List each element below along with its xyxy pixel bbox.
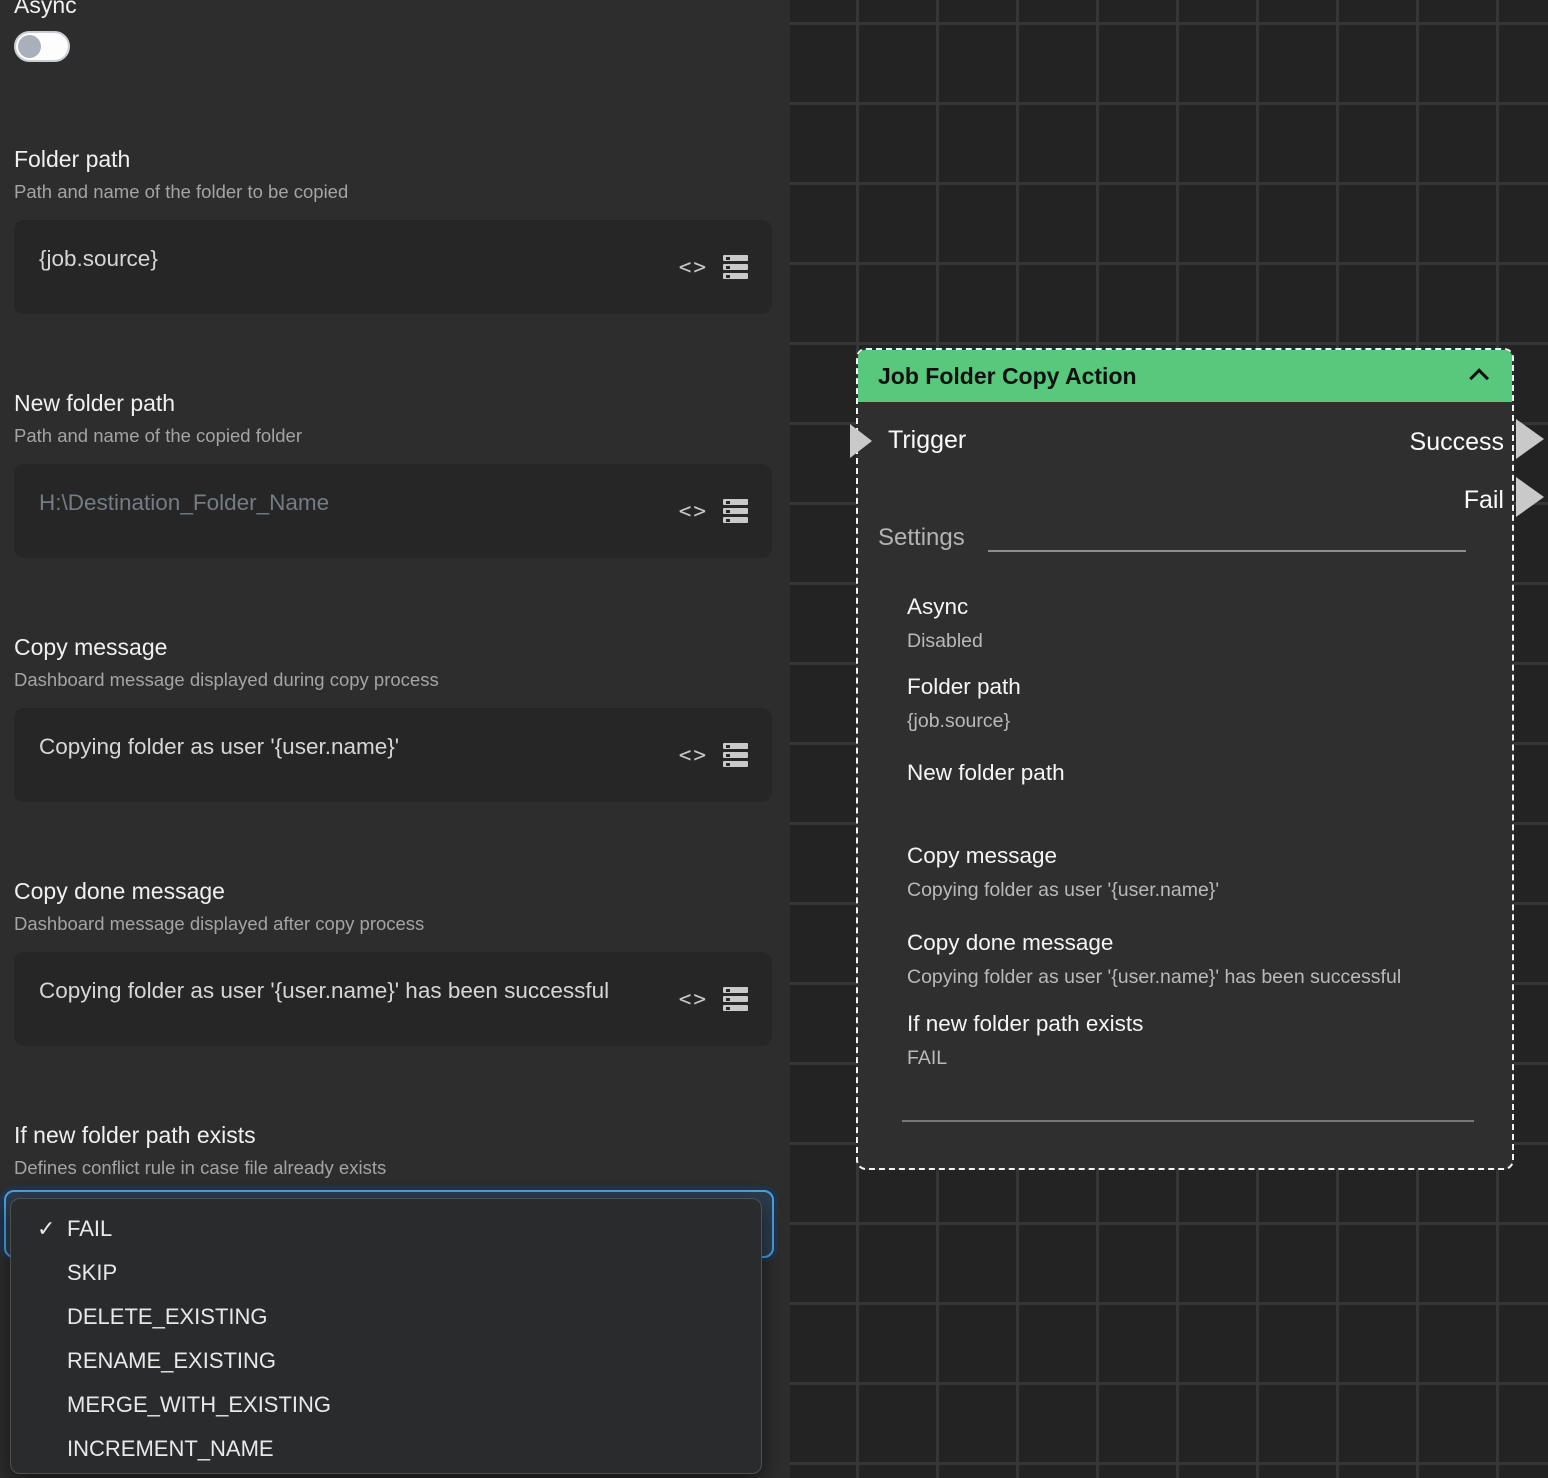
dropdown-option-delete-existing[interactable]: DELETE_EXISTING [11, 1295, 761, 1339]
variable-list-icon[interactable] [723, 743, 748, 767]
conflict-rule-label: If new folder path exists [14, 1122, 256, 1149]
copy-message-input[interactable]: Copying folder as user '{user.name}' <> [14, 708, 772, 802]
async-label: Async [14, 0, 77, 19]
dropdown-option-rename-existing[interactable]: RENAME_EXISTING [11, 1339, 761, 1383]
collapse-chevron-icon[interactable] [1469, 368, 1489, 388]
settings-divider [988, 550, 1466, 552]
node-title: Job Folder Copy Action [878, 363, 1137, 390]
copy-message-description: Dashboard message displayed during copy … [14, 669, 439, 691]
fail-port-arrow-icon[interactable] [1516, 477, 1544, 517]
node-setting-new-folder-path: New folder path [907, 760, 1492, 796]
expression-icon[interactable]: <> [679, 501, 708, 522]
node-setting-folder-path: Folder path {job.source} [907, 674, 1492, 733]
node-setting-conflict-rule: If new folder path exists FAIL [907, 1011, 1492, 1070]
node-header[interactable]: Job Folder Copy Action [858, 350, 1512, 402]
input-actions: <> [679, 499, 748, 523]
expression-icon[interactable]: <> [679, 745, 708, 766]
input-actions: <> [679, 743, 748, 767]
new-folder-path-description: Path and name of the copied folder [14, 425, 302, 447]
node-setting-copy-done-message: Copy done message Copying folder as user… [907, 930, 1492, 989]
new-folder-path-input[interactable]: H:\Destination_Folder_Name <> [14, 464, 772, 558]
conflict-rule-description: Defines conflict rule in case file alrea… [14, 1157, 386, 1179]
input-actions: <> [679, 987, 748, 1011]
copy-message-label: Copy message [14, 634, 167, 661]
expression-icon[interactable]: <> [679, 257, 708, 278]
copy-done-message-value[interactable]: Copying folder as user '{user.name}' has… [39, 973, 660, 1009]
check-icon: ✓ [37, 1207, 55, 1251]
folder-path-value[interactable]: {job.source} [39, 241, 660, 277]
trigger-port-label: Trigger [888, 426, 966, 455]
node-footer-divider [902, 1120, 1474, 1122]
folder-path-label: Folder path [14, 146, 130, 173]
settings-section-label: Settings [878, 524, 965, 552]
toggle-knob [18, 35, 41, 58]
variable-list-icon[interactable] [723, 499, 748, 523]
copy-done-message-description: Dashboard message displayed after copy p… [14, 913, 424, 935]
new-folder-path-label: New folder path [14, 390, 175, 417]
success-port-arrow-icon[interactable] [1516, 419, 1544, 459]
trigger-port-arrow-icon[interactable] [850, 424, 872, 458]
dropdown-option-skip[interactable]: SKIP [11, 1251, 761, 1295]
copy-done-message-input[interactable]: Copying folder as user '{user.name}' has… [14, 952, 772, 1046]
action-settings-panel: Async Folder path Path and name of the f… [0, 0, 790, 1478]
input-actions: <> [679, 255, 748, 279]
folder-path-description: Path and name of the folder to be copied [14, 181, 348, 203]
node-setting-copy-message: Copy message Copying folder as user '{us… [907, 843, 1492, 902]
dropdown-option-increment-name[interactable]: INCREMENT_NAME [11, 1427, 761, 1471]
folder-path-input[interactable]: {job.source} <> [14, 220, 772, 314]
expression-icon[interactable]: <> [679, 989, 708, 1010]
new-folder-path-placeholder[interactable]: H:\Destination_Folder_Name [39, 485, 660, 521]
dropdown-option-fail[interactable]: ✓ FAIL [11, 1207, 761, 1251]
success-port-label: Success [1410, 428, 1504, 457]
node-setting-async: Async Disabled [907, 594, 1492, 653]
async-toggle[interactable] [14, 31, 70, 62]
fail-port-label: Fail [1464, 486, 1504, 515]
conflict-rule-dropdown: ✓ FAIL SKIP DELETE_EXISTING RENAME_EXIST… [10, 1198, 762, 1474]
variable-list-icon[interactable] [723, 255, 748, 279]
dropdown-option-merge-with-existing[interactable]: MERGE_WITH_EXISTING [11, 1383, 761, 1427]
copy-done-message-label: Copy done message [14, 878, 225, 905]
job-folder-copy-action-node[interactable]: Job Folder Copy Action Trigger Success F… [856, 348, 1514, 1170]
copy-message-value[interactable]: Copying folder as user '{user.name}' [39, 729, 660, 765]
variable-list-icon[interactable] [723, 987, 748, 1011]
